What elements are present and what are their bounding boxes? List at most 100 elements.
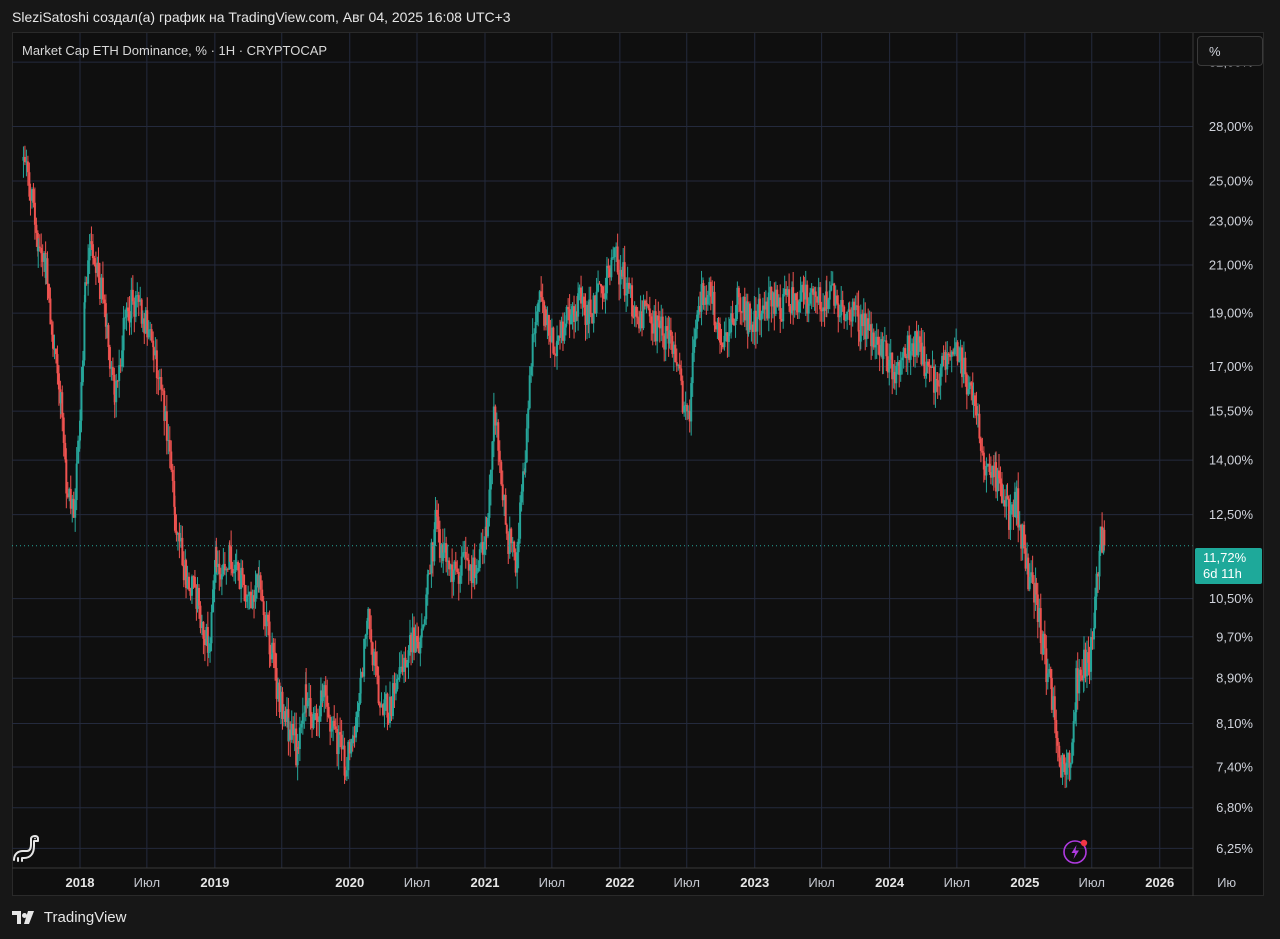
candle-up [854, 295, 857, 323]
candle-down [315, 704, 318, 737]
candle-up [831, 271, 834, 286]
candle-up [1071, 738, 1074, 765]
x-tick-label: Июл [134, 875, 160, 890]
candle-down [445, 536, 448, 573]
candle-down [218, 550, 221, 591]
candle-down [340, 719, 343, 761]
x-tick-label: 2026 [1145, 875, 1174, 890]
y-tick-label: 14,00% [1209, 453, 1254, 468]
x-tick-label: 2018 [66, 875, 95, 890]
y-tick-label: 17,00% [1209, 359, 1254, 374]
x-tick-label: Июл [539, 875, 565, 890]
x-tick-label: 2022 [605, 875, 634, 890]
x-tick-label: Июл [1079, 875, 1105, 890]
candle-down [193, 569, 196, 588]
candle-down [988, 453, 991, 475]
dinosaur-icon[interactable] [10, 832, 42, 864]
candle-down [923, 332, 926, 379]
candle-up [723, 321, 726, 351]
chart-canvas[interactable]: 32,00%28,00%25,00%23,00%21,00%19,00%17,0… [0, 0, 1280, 939]
y-tick-label: 10,50% [1209, 591, 1254, 606]
footer-brand-label: TradingView [43, 909, 127, 926]
candle-down [713, 281, 716, 332]
candle-down [709, 276, 712, 311]
y-tick-label: 8,90% [1216, 671, 1253, 686]
candle-down [580, 275, 583, 309]
x-tick-label: 2023 [740, 875, 769, 890]
y-tick-label: 15,50% [1209, 404, 1254, 419]
percent-scale-button[interactable]: % [1197, 36, 1263, 66]
candle-down [155, 339, 158, 395]
candle-up [556, 325, 559, 370]
candle-up [1078, 659, 1081, 701]
x-tick-label: 2021 [471, 875, 500, 890]
candle-down [674, 332, 677, 363]
x-tick-label: Ию [1217, 875, 1236, 890]
candle-down [843, 305, 846, 329]
candle-down [202, 621, 205, 655]
candle-up [985, 457, 988, 493]
candle-down [188, 572, 191, 592]
candle-down [316, 708, 319, 737]
lightning-alert-icon[interactable] [1062, 837, 1090, 865]
candle-down [500, 459, 503, 486]
candle-up [946, 341, 949, 376]
tradingview-snapshot: SleziSatoshi создал(а) график на Trading… [0, 0, 1280, 939]
candle-up [597, 270, 600, 293]
candle-down [779, 284, 782, 334]
candle-up [642, 294, 645, 331]
candle-up [240, 559, 243, 603]
candle-down [137, 291, 140, 317]
candle-up [767, 276, 770, 332]
candle-down [230, 530, 233, 576]
symbol-legend[interactable]: Market Cap ETH Dominance, % · 1H · CRYPT… [22, 43, 327, 58]
candle-up [312, 707, 315, 730]
footer-brand[interactable]: TradingView [12, 909, 126, 926]
candle-down [979, 436, 982, 463]
x-tick-label: 2024 [875, 875, 905, 890]
candle-down [457, 568, 460, 601]
y-tick-label: 23,00% [1209, 214, 1254, 229]
y-tick-label: 9,70% [1216, 629, 1253, 644]
candle-up [563, 312, 566, 344]
candle-up [895, 362, 898, 396]
candle-down [739, 293, 742, 325]
x-tick-label: Июл [404, 875, 430, 890]
candle-down [504, 488, 507, 525]
candle-up [125, 302, 128, 331]
y-tick-label: 6,80% [1216, 800, 1253, 815]
candle-down [1031, 555, 1034, 585]
grid-layer [12, 33, 1193, 868]
x-tick-label: Июл [674, 875, 700, 890]
candle-down [623, 245, 626, 302]
candle-down [812, 285, 815, 308]
candle-down [131, 275, 134, 305]
candle-down [165, 395, 168, 455]
candle-up [939, 363, 942, 400]
candle-up [690, 377, 693, 436]
candle-up [391, 675, 394, 720]
candle-down [806, 280, 809, 323]
candle-up [1085, 640, 1088, 689]
candle-up [222, 547, 225, 577]
candle-up [827, 297, 830, 314]
y-tick-label: 19,00% [1209, 306, 1254, 321]
percent-scale-label: % [1209, 44, 1221, 59]
candle-down [961, 344, 964, 388]
y-tick-label: 12,50% [1209, 507, 1254, 522]
candle-up [190, 574, 193, 604]
candle-down [598, 281, 601, 285]
candle-down [978, 404, 981, 444]
tradingview-logo-icon [12, 911, 34, 924]
last-price-value: 11,72% [1203, 550, 1247, 565]
y-tick-label: 6,25% [1216, 841, 1253, 856]
candle-layer [22, 145, 1106, 789]
candle-down [40, 233, 43, 268]
y-tick-label: 8,10% [1216, 716, 1253, 731]
last-price-tag: 11,72% 6d 11h [1195, 548, 1262, 584]
candle-down [552, 326, 555, 355]
x-tick-label: 2020 [335, 875, 364, 890]
candle-down [788, 273, 791, 312]
candle-up [613, 247, 616, 272]
y-tick-label: 7,40% [1216, 760, 1253, 775]
